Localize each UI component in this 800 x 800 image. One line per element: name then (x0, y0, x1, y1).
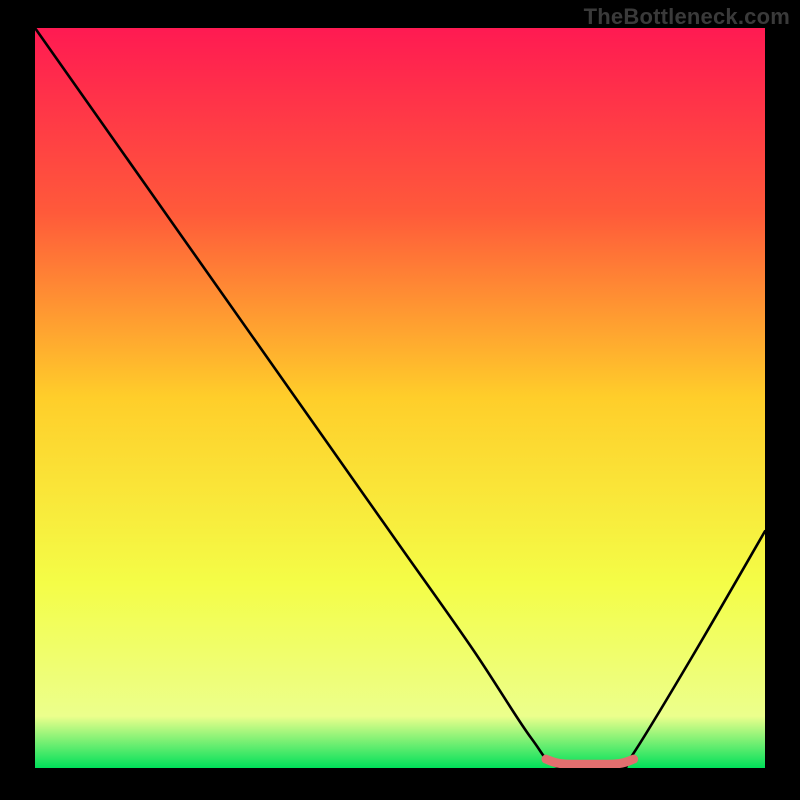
chart-frame: TheBottleneck.com (0, 0, 800, 800)
plot-area (35, 28, 765, 768)
gradient-background (35, 28, 765, 768)
optimal-band-marker (546, 759, 634, 764)
watermark-text: TheBottleneck.com (584, 4, 790, 30)
chart-svg (35, 28, 765, 768)
